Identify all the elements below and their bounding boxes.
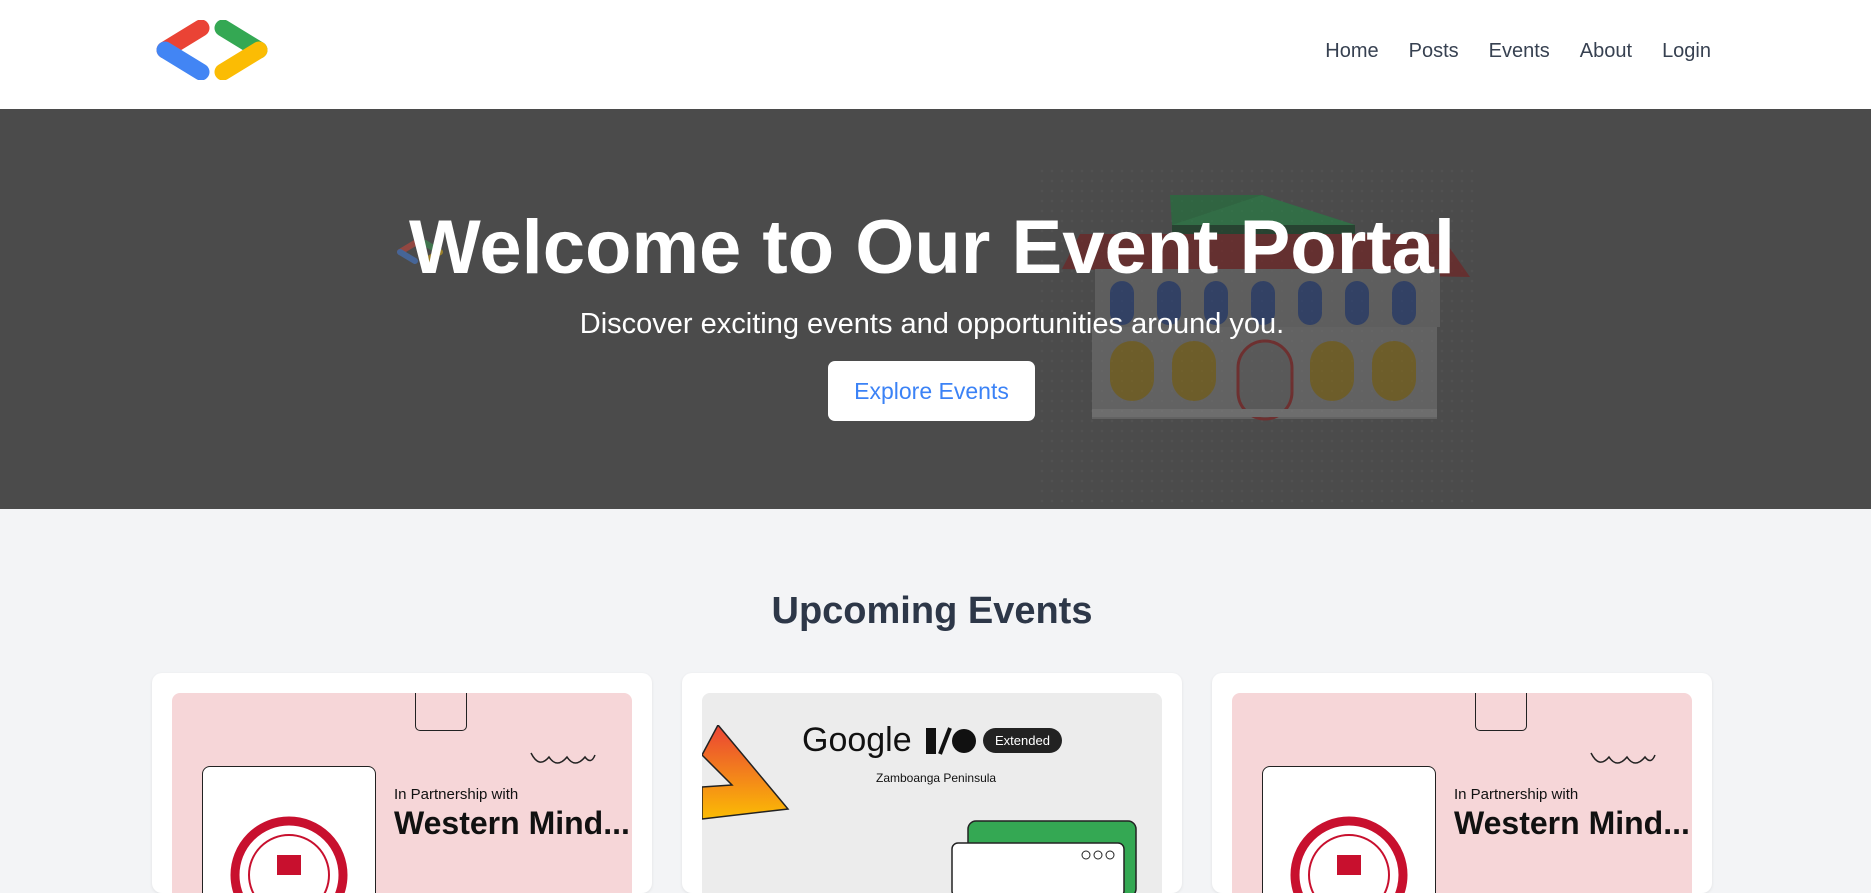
- partner-small-text: In Partnership with: [1454, 786, 1579, 803]
- university-seal-frame: [202, 766, 376, 893]
- university-seal-icon: [1290, 816, 1408, 893]
- wave-decoration-icon: [1590, 752, 1656, 764]
- orange-chevron-icon: [702, 725, 790, 820]
- event-card-image[interactable]: In Partnership with Western Mind...: [1232, 693, 1692, 893]
- partner-name: Western Mind...: [1454, 805, 1690, 841]
- event-card[interactable]: Google Extended Zamboanga Peninsula: [682, 673, 1182, 893]
- gdg-logo-icon[interactable]: [153, 20, 271, 80]
- hero-title: Welcome to Our Event Portal: [409, 205, 1455, 290]
- partner-small-text: In Partnership with: [394, 786, 519, 803]
- extended-badge: Extended: [983, 728, 1062, 753]
- hero-subtitle: Discover exciting events and opportuniti…: [579, 308, 1285, 340]
- navbar: Home Posts Events About Login: [0, 0, 1871, 109]
- chapter-location: Zamboanga Peninsula: [876, 771, 997, 785]
- event-card[interactable]: In Partnership with Western Mind...: [152, 673, 652, 893]
- decorative-tab: [415, 693, 467, 731]
- decorative-tab: [1475, 693, 1527, 731]
- event-card-image[interactable]: Google Extended Zamboanga Peninsula: [702, 693, 1162, 893]
- io-logo-icon: [926, 727, 976, 755]
- nav-home-link[interactable]: Home: [1325, 40, 1378, 63]
- google-logo-text: Google: [802, 721, 912, 759]
- main-nav: Home Posts Events About Login: [1325, 0, 1711, 102]
- partner-name: Western Mind...: [394, 805, 630, 841]
- university-seal-icon: [230, 816, 348, 893]
- explore-events-button[interactable]: Explore Events: [828, 361, 1035, 421]
- nav-login-link[interactable]: Login: [1662, 40, 1711, 63]
- event-card[interactable]: In Partnership with Western Mind...: [1212, 673, 1712, 893]
- upcoming-events-title: Upcoming Events: [771, 590, 1093, 632]
- event-card-image[interactable]: In Partnership with Western Mind...: [172, 693, 632, 893]
- nav-events-link[interactable]: Events: [1489, 40, 1550, 63]
- wave-decoration-icon: [530, 752, 596, 764]
- hero-banner: Welcome to Our Event Portal Discover exc…: [0, 109, 1871, 509]
- nav-about-link[interactable]: About: [1580, 40, 1632, 63]
- browser-window-illustration: [951, 820, 1137, 893]
- nav-posts-link[interactable]: Posts: [1409, 40, 1459, 63]
- university-seal-frame: [1262, 766, 1436, 893]
